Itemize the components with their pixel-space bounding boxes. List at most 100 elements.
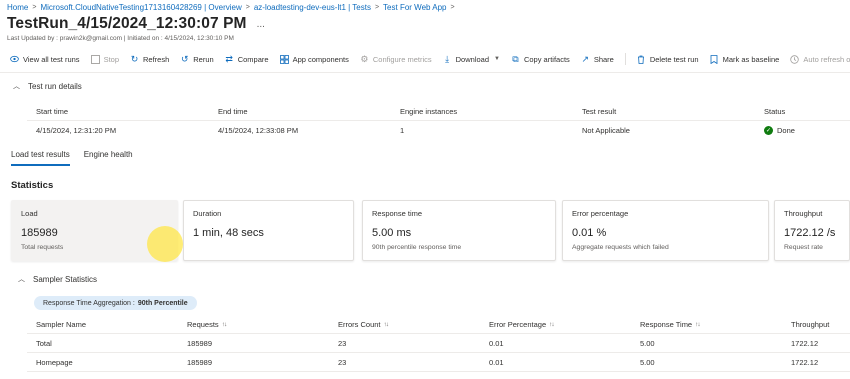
- tab-engine-health[interactable]: Engine health: [84, 146, 133, 166]
- test-run-details-title: Test run details: [28, 81, 82, 91]
- sampler-statistics-title: Sampler Statistics: [33, 274, 98, 284]
- aggregation-value: 90th Percentile: [137, 299, 188, 307]
- card-value: 0.01 %: [572, 227, 607, 239]
- card-label: Error percentage: [572, 209, 629, 218]
- mark-as-baseline-label: Mark as baseline: [722, 54, 780, 64]
- card-label: Duration: [193, 209, 222, 218]
- breadcrumb-home[interactable]: Home: [7, 3, 28, 12]
- checkmark-icon: ✓: [764, 126, 773, 135]
- column-header[interactable]: Error Percentage ↑↓: [480, 320, 631, 329]
- response-time-cell: 5.00: [640, 338, 655, 348]
- engine-instances-value: 1: [400, 126, 405, 135]
- chevron-up-icon: ︿: [13, 83, 20, 90]
- app-components-icon: [279, 54, 289, 64]
- breadcrumb: Home > Microsoft.CloudNativeTesting17131…: [7, 2, 455, 13]
- aggregation-label: Response Time Aggregation :: [43, 299, 135, 307]
- rerun-label: Rerun: [193, 54, 214, 64]
- column-header-label: Error Percentage: [489, 319, 547, 329]
- response-time-card[interactable]: Response time 5.00 ms 90th percentile re…: [362, 200, 556, 261]
- tab-load-test-results[interactable]: Load test results: [11, 146, 70, 166]
- error-percentage-cell: 0.01: [489, 357, 504, 367]
- share-label: Share: [593, 54, 614, 64]
- error-percentage-card[interactable]: Error percentage 0.01 % Aggregate reques…: [562, 200, 769, 261]
- share-button[interactable]: ↗ Share: [581, 50, 614, 68]
- mark-as-baseline-button[interactable]: Mark as baseline: [710, 50, 780, 68]
- requests-cell: 185989: [187, 357, 213, 367]
- column-header: End time: [218, 106, 248, 116]
- column-header[interactable]: Errors Count ↑↓: [329, 320, 480, 329]
- test-run-details-table: Start time End time Engine instances Tes…: [27, 102, 850, 140]
- auto-refresh-label: Auto refresh off: [803, 54, 850, 64]
- auto-refresh-button[interactable]: Auto refresh off: [790, 50, 850, 68]
- throughput-cell: 1722.12: [791, 338, 819, 348]
- column-header-label: Response Time: [640, 319, 693, 329]
- sort-icon: ↑↓: [695, 320, 700, 328]
- test-run-details-toggle[interactable]: ︿ Test run details: [13, 81, 82, 91]
- column-header: Engine instances: [400, 106, 458, 116]
- breadcrumb-separator: >: [245, 4, 250, 11]
- breadcrumb-separator: >: [32, 4, 37, 11]
- eye-icon: [10, 55, 19, 64]
- column-header[interactable]: Sampler Name: [27, 320, 178, 329]
- delete-test-run-label: Delete test run: [649, 54, 699, 64]
- compare-button[interactable]: ⇄ Compare: [225, 50, 269, 68]
- card-label: Load: [21, 209, 38, 218]
- requests-cell: 185989: [187, 338, 213, 348]
- sort-icon: ↑↓: [383, 320, 389, 328]
- column-header[interactable]: Requests ↑↓: [178, 320, 329, 329]
- cursor-highlight: [147, 226, 183, 262]
- column-header-label: Sampler Name: [36, 319, 87, 329]
- command-bar: View all test runs Stop ↻ Refresh ↺ Reru…: [10, 50, 850, 68]
- view-all-test-runs-button[interactable]: View all test runs: [10, 50, 80, 68]
- response-time-cell: 5.00: [640, 357, 655, 367]
- title-row: TestRun_4/15/2024_12:30:07 PM ...: [7, 15, 265, 33]
- more-icon[interactable]: ...: [257, 19, 265, 30]
- aggregation-pill[interactable]: Response Time Aggregation : 90th Percent…: [34, 296, 197, 310]
- throughput-cell: 1722.12: [791, 357, 819, 367]
- table-header-row: Start time End time Engine instances Tes…: [27, 102, 850, 121]
- toolbar-divider: [0, 72, 850, 73]
- duration-card[interactable]: Duration 1 min, 48 secs: [183, 200, 354, 261]
- sort-icon: ↑↓: [549, 320, 554, 328]
- copy-artifacts-button[interactable]: ⧉ Copy artifacts: [511, 50, 570, 68]
- download-icon: ⤓: [445, 53, 450, 64]
- sampler-name-cell: Total: [36, 338, 52, 348]
- rerun-icon: ↺: [180, 53, 189, 64]
- toolbar-separator: [624, 53, 626, 65]
- column-header: Test result: [582, 106, 617, 116]
- download-button[interactable]: ⤓ Download ▼: [443, 50, 500, 68]
- sampler-statistics-toggle[interactable]: ︿ Sampler Statistics: [18, 274, 97, 284]
- card-label: Response time: [372, 209, 423, 218]
- stop-button[interactable]: Stop: [90, 50, 119, 68]
- end-time-value: 4/15/2024, 12:33:08 PM: [218, 126, 299, 135]
- refresh-label: Refresh: [143, 54, 170, 64]
- compare-label: Compare: [237, 54, 269, 64]
- copy-artifacts-label: Copy artifacts: [523, 54, 570, 64]
- column-header: Status: [764, 106, 786, 116]
- rerun-button[interactable]: ↺ Rerun: [180, 50, 214, 68]
- column-header[interactable]: Throughput: [782, 320, 850, 329]
- card-value: 1 min, 48 secs: [193, 227, 264, 239]
- refresh-button[interactable]: ↻ Refresh: [130, 50, 170, 68]
- throughput-card[interactable]: Throughput 1722.12 /s Request rate: [774, 200, 850, 261]
- card-value: 5.00 ms: [372, 227, 412, 239]
- refresh-icon: ↻: [130, 53, 139, 64]
- card-footnote: Aggregate requests which failed: [572, 244, 669, 251]
- app-components-button[interactable]: App components: [279, 50, 349, 68]
- configure-metrics-button[interactable]: ⚙ Configure metrics: [360, 50, 431, 68]
- table-header-row: Sampler Name Requests ↑↓ Errors Count ↑↓ E…: [27, 315, 850, 334]
- column-header-label: Errors Count: [338, 319, 381, 329]
- card-value: 1722.12 /s: [784, 227, 836, 239]
- sampler-name-cell: Homepage: [36, 357, 73, 367]
- delete-test-run-button[interactable]: Delete test run: [637, 50, 699, 68]
- page-title: TestRun_4/15/2024_12:30:07 PM: [7, 15, 247, 32]
- share-icon: ↗: [581, 53, 590, 64]
- column-header[interactable]: Response Time ↑↓: [631, 320, 782, 329]
- breadcrumb-resource[interactable]: Microsoft.CloudNativeTesting171316042826…: [40, 3, 241, 12]
- card-footnote: 90th percentile response time: [372, 244, 462, 251]
- column-header-label: Throughput: [791, 319, 830, 329]
- stop-label: Stop: [103, 54, 119, 64]
- breadcrumb-test[interactable]: Test For Web App: [383, 3, 446, 12]
- breadcrumb-tests[interactable]: az-loadtesting-dev-eus-lt1 | Tests: [254, 3, 371, 12]
- results-tabs: Load test results Engine health: [11, 146, 133, 166]
